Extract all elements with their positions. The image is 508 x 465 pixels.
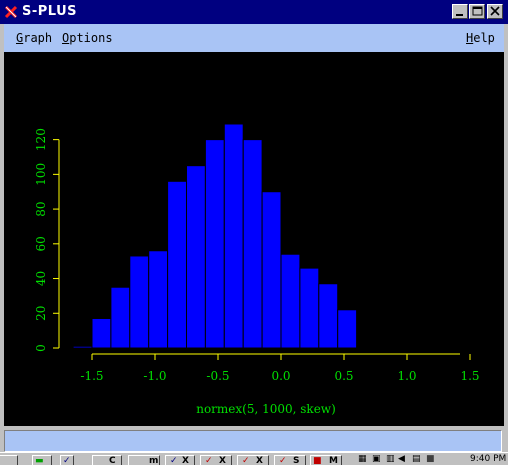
y-tick-label: 100 xyxy=(34,163,48,186)
menu-help[interactable]: Help xyxy=(466,31,495,45)
histogram-bar xyxy=(204,139,225,349)
histogram-chart: -1.5 -1.0 -0.5 0.0 0.5 1.0 1.5 0 20 40 60 80 100 120 n… xyxy=(34,123,480,416)
taskbar: ▬ ✓ C m ✓ X ✓ X ✓ X ✓ S ■ M ▦ ▣ ▥ ◀ ▤ ■ 9:40 … xyxy=(0,452,508,465)
histogram-bar xyxy=(223,123,244,349)
window-title: S-PLUS xyxy=(22,4,78,19)
histogram-bar xyxy=(242,139,263,349)
menu-graph[interactable]: Graph xyxy=(16,31,52,45)
tray-icon[interactable]: ▣ xyxy=(372,454,381,464)
menu-bar: Graph Options Help xyxy=(4,24,504,52)
maximize-icon xyxy=(472,6,483,16)
window-frame-right xyxy=(504,24,508,454)
y-tick-label: 60 xyxy=(34,236,48,251)
y-tick-label: 40 xyxy=(34,271,48,286)
y-tick-label: 80 xyxy=(34,201,48,216)
histogram-bar xyxy=(318,283,339,349)
minimize-button[interactable] xyxy=(452,4,468,19)
histogram-bar xyxy=(72,345,93,349)
close-button[interactable] xyxy=(487,4,503,19)
tray-icon[interactable]: ▥ xyxy=(386,454,395,464)
histogram-bar xyxy=(337,309,358,349)
taskbar-clock[interactable]: 9:40 PM xyxy=(470,454,506,464)
histogram-bar xyxy=(299,267,320,349)
title-bar[interactable]: S-PLUS xyxy=(0,0,508,24)
histogram-bar xyxy=(280,253,301,349)
y-tick-label: 120 xyxy=(34,128,48,151)
histogram-bar xyxy=(91,317,112,349)
splus-app-icon[interactable] xyxy=(4,5,18,19)
status-bar xyxy=(4,430,502,452)
minimize-icon xyxy=(456,14,463,16)
tray-icon[interactable]: ▦ xyxy=(358,454,367,464)
menu-options[interactable]: Options xyxy=(62,31,113,45)
close-icon xyxy=(490,6,500,16)
graph-window[interactable]: -1.5 -1.0 -0.5 0.0 0.5 1.0 1.5 0 20 40 60 80 100 120 n… xyxy=(4,52,504,426)
x-tick-label: -0.5 xyxy=(206,369,229,383)
histogram-bar xyxy=(261,191,282,349)
histogram-bar xyxy=(129,255,150,349)
histogram-bar xyxy=(167,180,188,349)
tray-icon[interactable]: ■ xyxy=(426,454,435,464)
x-tick-label: 0.5 xyxy=(334,369,353,383)
x-tick-label: 1.0 xyxy=(397,369,416,383)
x-tick-label: 1.5 xyxy=(460,369,479,383)
histogram-bar xyxy=(186,165,206,349)
speaker-icon[interactable]: ◀ xyxy=(398,454,405,464)
histogram-bar xyxy=(110,286,131,349)
maximize-button[interactable] xyxy=(469,4,485,19)
x-axis-label: normex(5, 1000, skew) xyxy=(196,402,336,416)
histogram-bar xyxy=(148,250,169,349)
x-tick-label: -1.0 xyxy=(143,369,166,383)
x-tick-label: 0.0 xyxy=(271,369,290,383)
y-tick-label: 20 xyxy=(34,306,48,321)
tray-icon[interactable]: ▤ xyxy=(412,454,421,464)
x-tick-label: -1.5 xyxy=(80,369,103,383)
y-tick-label: 0 xyxy=(34,344,48,352)
